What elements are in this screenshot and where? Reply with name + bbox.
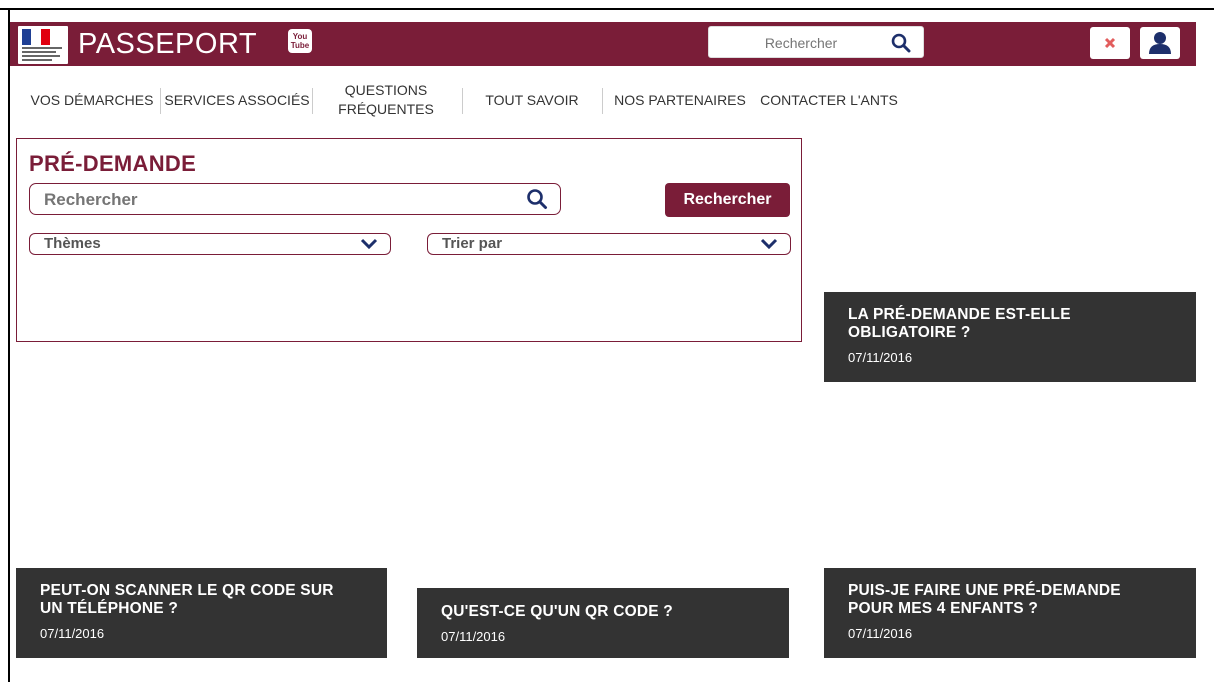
nav-item-services-associes[interactable]: SERVICES ASSOCIÉS bbox=[162, 78, 312, 122]
header-search-box[interactable] bbox=[708, 26, 924, 58]
page-title: PRÉ-DEMANDE bbox=[29, 151, 197, 176]
site-header: PASSEPORT You Tube bbox=[10, 22, 1196, 66]
faq-card[interactable]: LA PRÉ-DEMANDE EST-ELLE OBLIGATOIRE ? 07/… bbox=[824, 292, 1196, 382]
predemande-search-input[interactable] bbox=[42, 188, 506, 212]
sort-select[interactable]: Trier par bbox=[427, 233, 791, 255]
user-account-button[interactable] bbox=[1140, 27, 1180, 59]
faq-card[interactable]: PUIS-JE FAIRE UNE PRÉ-DEMANDE POUR MES 4 … bbox=[824, 568, 1196, 658]
site-title[interactable]: PASSEPORT bbox=[78, 26, 257, 62]
user-icon bbox=[1149, 32, 1171, 54]
predemande-search-box[interactable] bbox=[29, 183, 561, 215]
window-left-border bbox=[8, 8, 10, 682]
nav-item-questions-frequentes[interactable]: QUESTIONS FRÉQUENTES bbox=[316, 78, 456, 122]
nav-item-tout-savoir[interactable]: TOUT SAVOIR bbox=[472, 78, 592, 122]
nav-item-vos-demarches[interactable]: VOS DÉMARCHES bbox=[24, 78, 160, 122]
republique-francaise-logo[interactable] bbox=[18, 26, 68, 64]
close-button[interactable] bbox=[1090, 27, 1130, 59]
sort-select-label: Trier par bbox=[442, 235, 503, 252]
predemande-search-panel: PRÉ-DEMANDE Rechercher Thèmes Trier par bbox=[16, 138, 802, 342]
faq-card-title: QU'EST-CE QU'UN QR CODE ? bbox=[441, 603, 673, 620]
nav-item-nos-partenaires[interactable]: NOS PARTENAIRES bbox=[608, 78, 752, 122]
faq-card-title: PEUT-ON SCANNER LE QR CODE SUR UN TÉLÉPHO… bbox=[40, 582, 334, 617]
youtube-icon[interactable]: You Tube bbox=[288, 29, 312, 53]
window-top-border bbox=[0, 0, 1214, 10]
faq-card-title: PUIS-JE FAIRE UNE PRÉ-DEMANDE POUR MES 4 … bbox=[848, 582, 1121, 617]
themes-select-label: Thèmes bbox=[44, 235, 101, 252]
themes-select[interactable]: Thèmes bbox=[29, 233, 391, 255]
nav-item-contacter-ants[interactable]: CONTACTER L'ANTS bbox=[752, 78, 906, 122]
header-search-input[interactable] bbox=[719, 30, 883, 56]
faq-card[interactable]: PEUT-ON SCANNER LE QR CODE SUR UN TÉLÉPHO… bbox=[16, 568, 387, 658]
chevron-down-icon bbox=[360, 238, 378, 250]
faq-card[interactable]: QU'EST-CE QU'UN QR CODE ? 07/11/2016 bbox=[417, 588, 789, 658]
search-icon[interactable] bbox=[891, 33, 911, 53]
chevron-down-icon bbox=[760, 238, 778, 250]
close-icon bbox=[1104, 37, 1116, 49]
predemande-search-button[interactable]: Rechercher bbox=[665, 183, 790, 217]
faq-card-date: 07/11/2016 bbox=[40, 626, 105, 641]
faq-card-title: LA PRÉ-DEMANDE EST-ELLE OBLIGATOIRE ? bbox=[848, 306, 1071, 341]
search-icon[interactable] bbox=[526, 188, 548, 210]
main-navigation: VOS DÉMARCHES SERVICES ASSOCIÉS QUESTION… bbox=[16, 78, 1206, 122]
french-flag-icon bbox=[22, 29, 50, 45]
faq-card-date: 07/11/2016 bbox=[441, 629, 506, 644]
faq-card-date: 07/11/2016 bbox=[848, 350, 913, 365]
faq-card-date: 07/11/2016 bbox=[848, 626, 913, 641]
